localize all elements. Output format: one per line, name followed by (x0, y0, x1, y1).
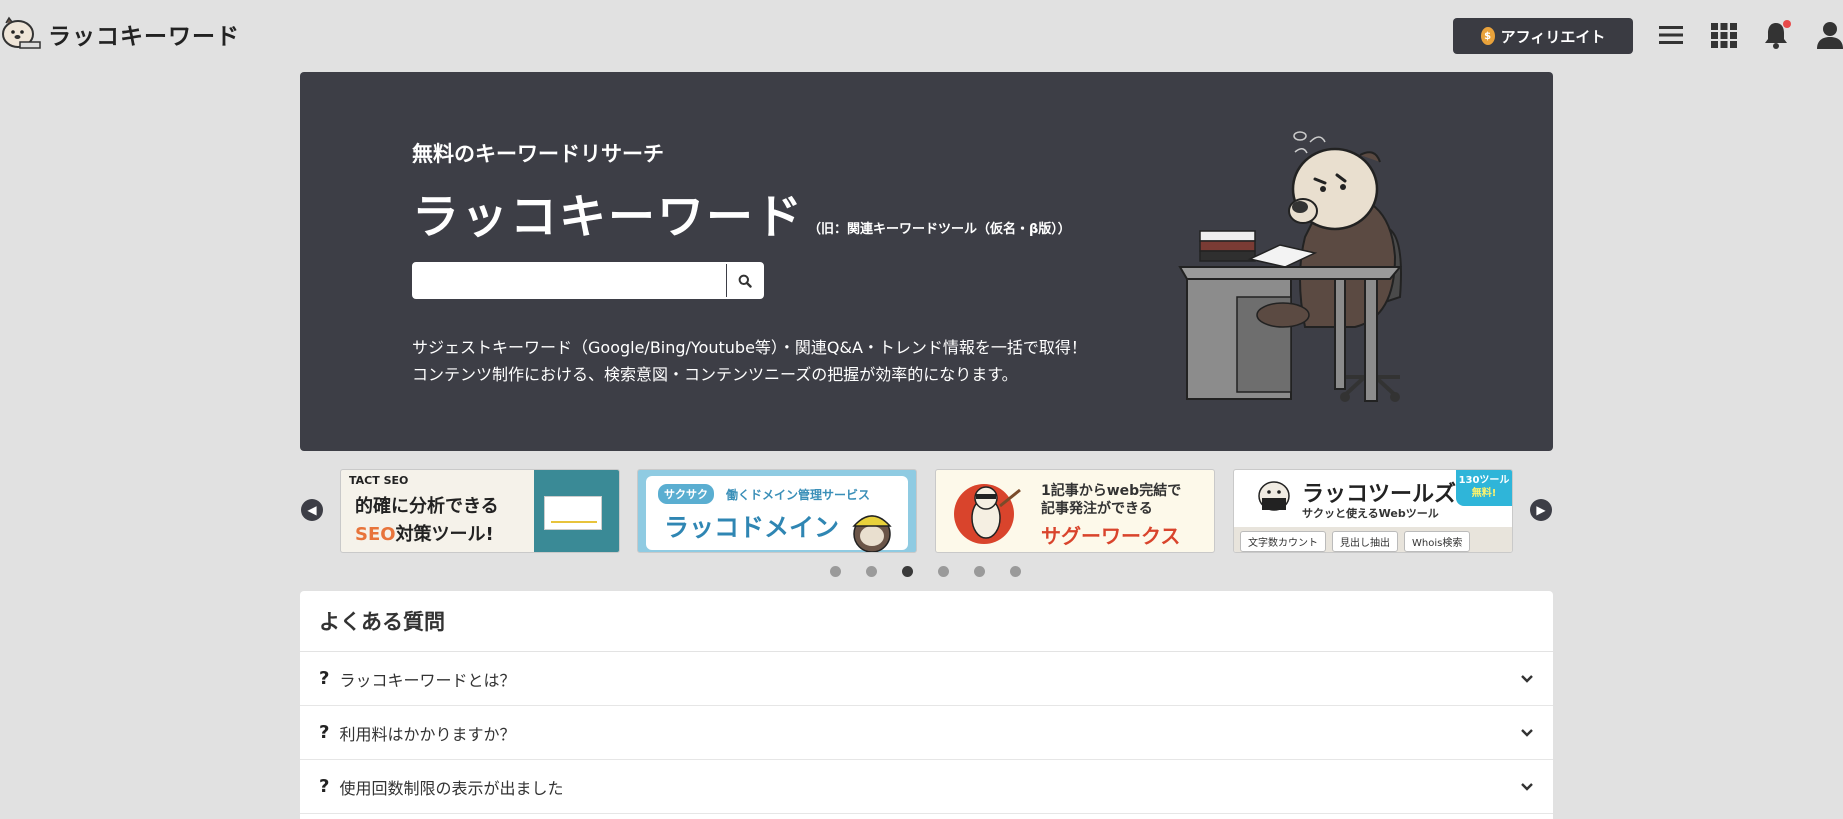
search-icon (738, 274, 752, 288)
banner1-line2-text: 対策ツール! (395, 524, 494, 545)
banner-sagoo-works[interactable]: 1記事からweb完結で 記事発注ができる サグーワークス (935, 469, 1215, 553)
banner1-screen (544, 496, 602, 530)
carousel-dot-3[interactable] (902, 566, 913, 577)
banner3-name: サグーワークス (1041, 524, 1181, 548)
carousel-dot-2[interactable] (866, 566, 877, 577)
apps-grid-icon[interactable] (1709, 20, 1739, 50)
banner-rakko-domain[interactable]: サクサク 働くドメイン管理サービス ラッコドメイン (637, 469, 917, 553)
hero-title-note: （旧：関連キーワードツール（仮名・β版）） (808, 222, 1071, 237)
carousel-pagination (830, 566, 1021, 577)
otter-logo-icon (2, 16, 41, 49)
moneybag-icon: $ (1480, 27, 1495, 45)
otter-hardhat-icon (852, 515, 892, 552)
chevron-left-icon: ◀ (307, 503, 317, 517)
site-logo[interactable]: ラッコキーワード (0, 14, 240, 54)
banner4-chip: 見出し抽出 (1332, 531, 1398, 552)
banner3-line2: 記事発注ができる (1041, 501, 1153, 517)
banner2-tag: サクサク (658, 484, 714, 504)
banner1-line2: SEO対策ツール! (355, 520, 494, 546)
affiliate-label: アフィリエイト (1500, 27, 1606, 46)
question-mark-icon: ? (319, 776, 330, 797)
search-button[interactable] (726, 264, 762, 297)
faq-title: よくある質問 (300, 591, 1553, 652)
hero-section: 無料のキーワードリサーチ ラッコキーワード （旧：関連キーワードツール（仮名・β版… (300, 72, 1553, 451)
hero-desc-line2: コンテンツ制作における、検索意図・コンテンツニーズの把握が効率的になります。 (412, 365, 1018, 384)
question-mark-icon: ? (319, 722, 330, 743)
faq-item[interactable]: ? 利用料はかかりますか？ (300, 706, 1553, 760)
banner4-name: ラッコツールズ (1302, 482, 1457, 507)
question-mark-icon: ? (319, 668, 330, 689)
faq-item[interactable]: ? ラッコキーワードとは？ (300, 652, 1553, 706)
menu-icon[interactable] (1656, 20, 1686, 50)
banner2-name: ラッコドメイン (664, 513, 840, 542)
notification-bell-icon[interactable] (1761, 20, 1791, 50)
faq-item[interactable]: ? 使用回数制限の表示が出ました (300, 760, 1553, 814)
banner1-screen-area (534, 470, 619, 552)
banner4-chip: Whois検索 (1404, 531, 1471, 552)
otter-desk-illustration (1178, 131, 1403, 402)
site-header: ラッコキーワード $ アフィリエイト (0, 0, 1843, 72)
carousel-prev-button[interactable]: ◀ (301, 499, 323, 521)
banner1-brand: TACT SEO (349, 474, 409, 487)
faq-question: 利用料はかかりますか？ (339, 724, 516, 744)
banner1-chart-line (551, 513, 597, 523)
banner-carousel: ◀ TACT SEO 的確に分析できる SEO対策ツール! サクサク 働くドメイ… (300, 468, 1553, 554)
faq-question: ラッコキーワードとは？ (339, 670, 516, 690)
chevron-down-icon (1521, 782, 1533, 791)
banner-rakko-tools[interactable]: ラッコツールズ サクッと使えるWebツール 130ツール 無料! 文字数カウント… (1233, 469, 1513, 553)
keyword-search-input[interactable] (414, 264, 726, 297)
hero-desc-line1: サジェストキーワード（Google/Bing/Youtube等）・関連Q&A・ト… (412, 338, 1087, 357)
hero-description: サジェストキーワード（Google/Bing/Youtube等）・関連Q&A・ト… (412, 334, 1087, 388)
carousel-next-button[interactable]: ▶ (1530, 499, 1552, 521)
carousel-dot-5[interactable] (974, 566, 985, 577)
chevron-down-icon (1521, 674, 1533, 683)
hero-title: ラッコキーワード （旧：関連キーワードツール（仮名・β版）） (412, 178, 1071, 247)
chevron-down-icon (1521, 728, 1533, 737)
hero-title-text: ラッコキーワード (412, 190, 804, 245)
carousel-dot-1[interactable] (830, 566, 841, 577)
banner3-line1: 1記事からweb完結で (1041, 483, 1182, 499)
banner4-chips: 文字数カウント 見出し抽出 Whois検索 (1240, 531, 1471, 552)
banner2-tagline: 働くドメイン管理サービス (726, 488, 871, 502)
chevron-right-icon: ▶ (1536, 503, 1546, 517)
hero-subtitle: 無料のキーワードリサーチ (412, 142, 664, 166)
banner1-line2-accent: SEO (355, 524, 396, 545)
banner4-badge: 130ツール 無料! (1456, 470, 1512, 506)
logo-text: ラッコキーワード (48, 24, 240, 50)
banner4-tagline: サクッと使えるWebツール (1302, 507, 1439, 520)
affiliate-button[interactable]: $ アフィリエイト (1453, 18, 1633, 54)
keyword-search-box (412, 262, 764, 299)
banner-tact-seo[interactable]: TACT SEO 的確に分析できる SEO対策ツール! (340, 469, 620, 553)
carousel-dot-4[interactable] (938, 566, 949, 577)
banner4-badge-line2: 無料! (1471, 488, 1497, 499)
otter-face-icon (1258, 481, 1290, 511)
faq-question: 使用回数制限の表示が出ました (339, 778, 564, 798)
banner4-chip: 文字数カウント (1240, 531, 1326, 552)
carousel-dot-6[interactable] (1010, 566, 1021, 577)
user-icon[interactable] (1815, 20, 1843, 50)
cat-mascot-icon (954, 484, 1021, 544)
banner4-badge-line1: 130ツール (1458, 475, 1510, 486)
banner1-line1: 的確に分析できる (355, 496, 499, 517)
faq-section: よくある質問 ? ラッコキーワードとは？ ? 利用料はかかりますか？ ? 使用回… (300, 591, 1553, 819)
